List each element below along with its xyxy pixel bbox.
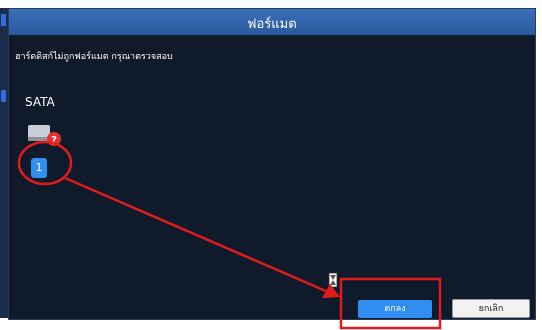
hourglass-cursor-icon	[328, 272, 338, 288]
unformatted-warning-message: ฮาร์ดดิสก์ไม่ถูกฟอร์แมต กรุณาตรวจสอบ	[15, 52, 173, 62]
question-mark: ?	[51, 135, 57, 146]
format-dialog: ฟอร์แมต ฮาร์ดดิสก์ไม่ถูกฟอร์แมต กรุณาตรว…	[8, 8, 536, 320]
cancel-button[interactable]: ยกเลิก	[452, 299, 530, 318]
disk-base	[28, 137, 50, 141]
dialog-titlebar: ฟอร์แมต	[9, 9, 535, 35]
ok-button[interactable]: ตกลง	[358, 300, 432, 318]
background-edge-mark	[1, 90, 6, 102]
background-edge-mark	[1, 14, 6, 26]
background-window-edge	[0, 8, 8, 318]
app-window: ฟอร์แมต ฮาร์ดดิสก์ไม่ถูกฟอร์แมต กรุณาตรว…	[0, 0, 542, 330]
sata-label: SATA	[25, 95, 55, 109]
hard-disk-question-icon: ?	[28, 125, 61, 146]
disk-number-1[interactable]: 1	[31, 158, 47, 178]
dialog-title: ฟอร์แมต	[247, 17, 297, 32]
